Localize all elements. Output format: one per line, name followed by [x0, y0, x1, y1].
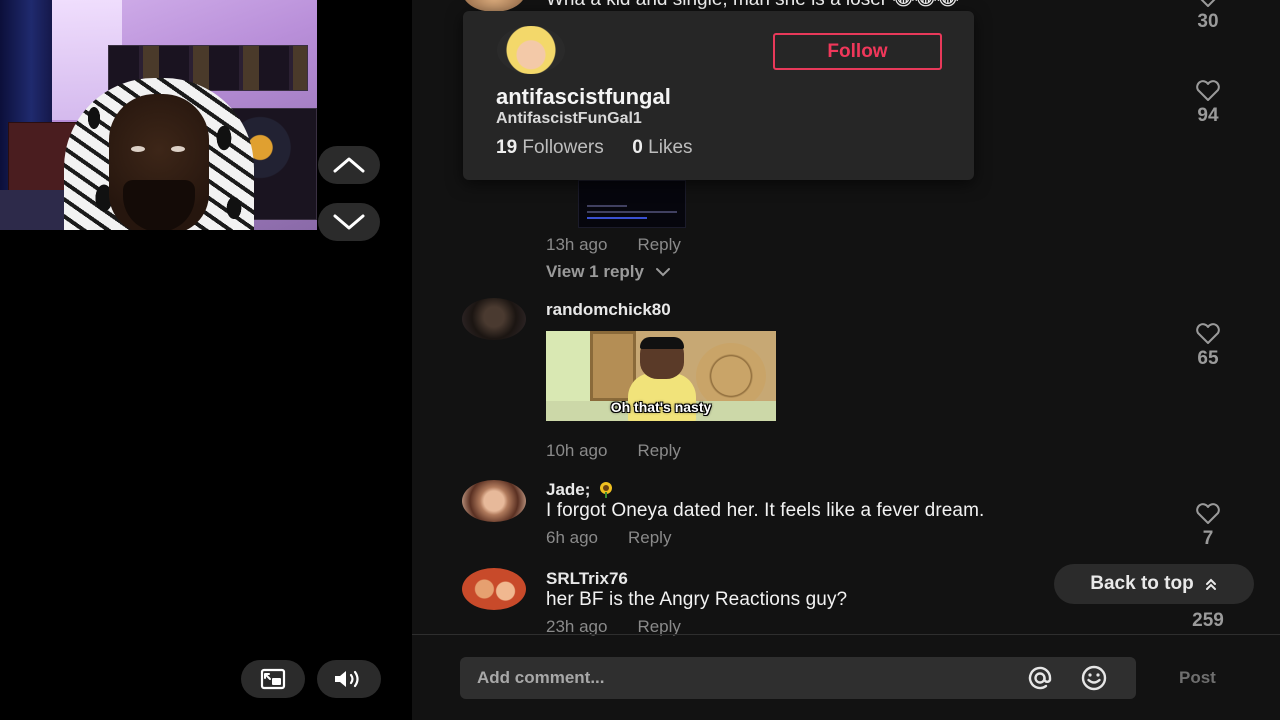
- like-count: 7: [1202, 528, 1214, 549]
- avatar: [462, 568, 526, 610]
- like-button[interactable]: 259: [1188, 610, 1228, 632]
- mention-button[interactable]: [1026, 664, 1054, 692]
- left-pane: [0, 0, 412, 720]
- picture-in-picture-icon: [260, 668, 286, 690]
- comment-text: Wha a kid and single, man she is a loser…: [546, 0, 959, 11]
- view-replies-label: View 1 reply: [546, 262, 644, 281]
- avatar: [462, 480, 526, 522]
- post-button[interactable]: Post: [1179, 668, 1216, 688]
- like-count: 94: [1197, 105, 1219, 126]
- back-to-top-button[interactable]: Back to top: [1054, 564, 1254, 604]
- reply-button[interactable]: Reply: [637, 235, 680, 254]
- comment-username-label: Jade;: [546, 480, 591, 499]
- likes-label: Likes: [648, 137, 693, 158]
- like-button[interactable]: 7: [1188, 503, 1228, 550]
- volume-icon: [335, 670, 359, 688]
- like-button[interactable]: 65: [1188, 323, 1228, 370]
- comment-text: her BF is the Angry Reactions guy?: [546, 589, 848, 610]
- chevron-up-icon: [333, 157, 365, 173]
- webcam-overlay: [0, 0, 317, 230]
- reply-button[interactable]: Reply: [628, 528, 671, 547]
- comment-username[interactable]: randomchick80: [546, 300, 671, 320]
- like-count: 65: [1197, 348, 1219, 369]
- picture-in-picture-button[interactable]: [241, 660, 305, 698]
- comment-username[interactable]: Jade;: [546, 480, 615, 500]
- profile-hover-card: Follow antifascistfungal AntifascistFunG…: [463, 11, 974, 180]
- emoji-button[interactable]: [1080, 664, 1108, 692]
- like-count: 259: [1192, 610, 1224, 631]
- followers-count: 19: [496, 137, 518, 158]
- chevron-down-icon: [333, 214, 365, 230]
- comment-timestamp: 13h ago: [546, 235, 608, 254]
- comment-avatar[interactable]: [462, 568, 526, 610]
- profile-stats: 19 Followers 0 Likes: [496, 137, 693, 159]
- comment-text: I forgot Oneya dated her. It feels like …: [546, 500, 985, 521]
- comment-avatar[interactable]: [462, 480, 526, 522]
- comment-timestamp: 10h ago: [546, 441, 608, 460]
- back-to-top-label: Back to top: [1090, 573, 1194, 594]
- comment-meta: 10h ago Reply: [546, 441, 681, 461]
- view-replies-button[interactable]: View 1 reply: [546, 262, 671, 282]
- comment-image-attachment[interactable]: [578, 180, 686, 228]
- webcam-person: [44, 78, 294, 230]
- comment-input-placeholder: Add comment...: [477, 668, 605, 687]
- volume-button[interactable]: [317, 660, 381, 698]
- like-count: 30: [1197, 11, 1219, 32]
- comment-meta: 13h ago Reply: [546, 235, 681, 255]
- followers-label: Followers: [522, 137, 604, 158]
- next-video-button[interactable]: [318, 203, 380, 241]
- like-button[interactable]: 94: [1188, 80, 1228, 127]
- emoji-icon: [1081, 665, 1107, 691]
- composer-divider: [412, 634, 1280, 635]
- previous-video-button[interactable]: [318, 146, 380, 184]
- comment-timestamp: 6h ago: [546, 528, 598, 547]
- comment-meta: 6h ago Reply: [546, 528, 671, 548]
- webcam-face: [109, 94, 209, 230]
- profile-username[interactable]: antifascistfungal: [496, 84, 671, 110]
- chevron-down-icon: [655, 268, 670, 277]
- like-button[interactable]: 30: [1188, 0, 1228, 33]
- comment-avatar[interactable]: [462, 298, 526, 340]
- webcam-eye: [131, 146, 145, 152]
- reply-button[interactable]: Reply: [637, 441, 680, 460]
- profile-handle: AntifascistFunGal1: [496, 110, 642, 127]
- heart-icon: [1196, 503, 1220, 524]
- gif-character-hair: [640, 337, 684, 349]
- webcam-eye: [171, 146, 185, 152]
- avatar: [462, 298, 526, 340]
- heart-icon: [1200, 0, 1216, 7]
- heart-icon: [1196, 80, 1220, 101]
- heart-icon: [1196, 323, 1220, 344]
- at-icon: [1028, 666, 1052, 690]
- sunflower-icon: [600, 482, 613, 498]
- comment-gif[interactable]: Oh that's nasty: [546, 331, 776, 421]
- webcam-beard: [123, 180, 195, 230]
- profile-avatar[interactable]: [497, 26, 565, 74]
- likes-count: 0: [632, 137, 643, 158]
- comment-input[interactable]: Add comment...: [460, 657, 1136, 699]
- double-chevron-up-icon: [1205, 578, 1216, 590]
- comment-username[interactable]: SRLTrix76: [546, 569, 628, 589]
- gif-caption: Oh that's nasty: [610, 399, 712, 415]
- follow-button[interactable]: Follow: [773, 33, 942, 70]
